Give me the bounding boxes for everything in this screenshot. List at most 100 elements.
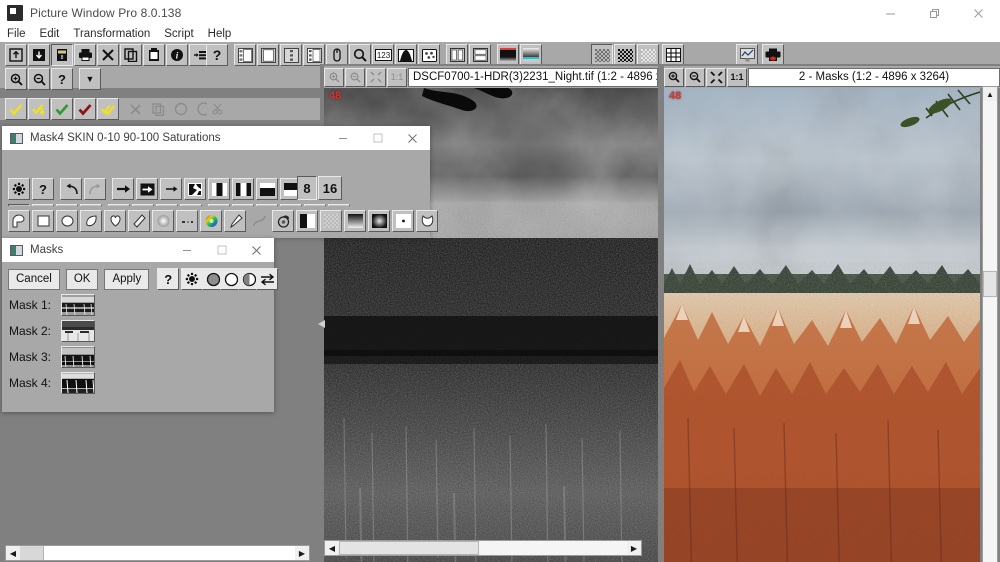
bar-bottom-button[interactable] xyxy=(256,178,278,200)
menu-file[interactable]: File xyxy=(7,26,35,42)
scroll-left-arrow-icon[interactable]: ◀ xyxy=(325,541,339,555)
minimize-icon[interactable] xyxy=(868,0,912,26)
actual-size-button[interactable]: 1:1 xyxy=(727,67,747,87)
blob-tool-button[interactable] xyxy=(416,210,438,232)
transparency-light-button[interactable] xyxy=(591,44,613,66)
bit-depth-8-button[interactable]: 8 xyxy=(297,176,317,200)
dot-tool-button[interactable] xyxy=(392,210,414,232)
close-image-button[interactable] xyxy=(97,44,119,66)
mask-row-1[interactable]: Mask 1: xyxy=(9,294,274,316)
swap-masks-button[interactable] xyxy=(256,268,279,290)
split-vertical-button[interactable] xyxy=(446,44,468,66)
split-white-black-button[interactable] xyxy=(232,178,254,200)
menu-edit[interactable]: Edit xyxy=(40,26,69,42)
settings-gear-button[interactable] xyxy=(8,178,30,200)
zoom-in-button[interactable] xyxy=(324,67,344,87)
mask-row-4-thumbnail[interactable] xyxy=(61,372,95,394)
maximize-icon[interactable] xyxy=(204,238,239,262)
leaf-tool-button[interactable] xyxy=(80,210,102,232)
cancel-button[interactable]: Cancel xyxy=(8,268,60,290)
texture-tool-button[interactable] xyxy=(320,210,342,232)
print-button[interactable] xyxy=(74,44,96,66)
soft-brush-tool-button[interactable] xyxy=(152,210,174,232)
transparency-white-button[interactable] xyxy=(637,44,659,66)
fit-button[interactable] xyxy=(706,67,726,87)
split-black-white-button[interactable] xyxy=(208,178,230,200)
apply-yellow-check-button[interactable] xyxy=(5,98,27,120)
actual-size-button[interactable]: 1:1 xyxy=(387,67,407,87)
color-wheel-tool-button[interactable] xyxy=(200,210,222,232)
save-image-button[interactable] xyxy=(28,44,50,66)
ok-button[interactable]: OK xyxy=(65,268,99,290)
help-tool-button[interactable]: ? xyxy=(51,68,73,90)
transparency-dark-button[interactable] xyxy=(614,44,636,66)
brush-tool-button[interactable] xyxy=(224,210,246,232)
invert-shape-button[interactable] xyxy=(184,178,206,200)
apply-button[interactable]: Apply xyxy=(104,268,150,290)
scroll-left-arrow-icon[interactable]: ◀ xyxy=(6,546,20,560)
arrow-right-button[interactable] xyxy=(112,178,134,200)
zoom-out-button[interactable] xyxy=(345,67,365,87)
scroll-right-arrow-icon[interactable]: ▶ xyxy=(627,541,641,555)
mask-row-3[interactable]: Mask 3: xyxy=(9,346,274,368)
minimize-icon[interactable] xyxy=(325,126,360,150)
settings-gear-button[interactable] xyxy=(180,268,203,290)
file-browser-button[interactable]: 8 xyxy=(51,44,73,66)
fit-button[interactable] xyxy=(366,67,386,87)
thumbnail-list-button[interactable] xyxy=(234,44,256,66)
grid-button[interactable] xyxy=(662,44,684,66)
paste-button[interactable] xyxy=(143,44,165,66)
mask-row-4[interactable]: Mask 4: xyxy=(9,372,274,394)
line-tool-button[interactable] xyxy=(128,210,150,232)
open-image-button[interactable] xyxy=(5,44,27,66)
image-right-canvas[interactable]: 48 xyxy=(664,88,980,562)
apply-double-check-button[interactable] xyxy=(97,98,119,120)
spiral-tool-button[interactable] xyxy=(272,210,294,232)
split-horizontal-button[interactable] xyxy=(469,44,491,66)
apply-yellow-check-down-button[interactable] xyxy=(28,98,50,120)
scroll-up-arrow-icon[interactable]: ▲ xyxy=(983,87,997,101)
image-left-hscroll[interactable]: ◀ ▶ xyxy=(324,540,642,556)
mask-row-2-thumbnail[interactable] xyxy=(61,320,95,342)
maximize-icon[interactable] xyxy=(360,126,395,150)
dashed-line-tool-button[interactable] xyxy=(176,210,198,232)
apply-red-check-button[interactable] xyxy=(74,98,96,120)
gradient-red-button[interactable] xyxy=(497,44,519,66)
zoom-in-button[interactable] xyxy=(5,68,27,90)
detail-list-button[interactable] xyxy=(280,44,302,66)
color-picker-button[interactable] xyxy=(418,44,440,66)
minimize-icon[interactable] xyxy=(169,238,204,262)
info-button[interactable]: i xyxy=(166,44,188,66)
dropdown-button[interactable]: ▼ xyxy=(79,68,101,90)
restore-icon[interactable] xyxy=(912,0,956,26)
magnifier-tool-button[interactable] xyxy=(349,44,371,66)
vignette-tool-button[interactable] xyxy=(368,210,390,232)
copy-button[interactable] xyxy=(120,44,142,66)
heart-tool-button[interactable] xyxy=(104,210,126,232)
zoom-in-button[interactable] xyxy=(664,67,684,87)
mouse-tool-button[interactable] xyxy=(326,44,348,66)
mask-row-3-thumbnail[interactable] xyxy=(61,346,95,368)
half-tone-tool-button[interactable] xyxy=(296,210,318,232)
side-panel-button[interactable] xyxy=(303,44,325,66)
scroll-right-arrow-icon[interactable]: ▶ xyxy=(295,546,309,560)
printer-color-button[interactable] xyxy=(762,44,784,66)
freehand-tool-button[interactable] xyxy=(8,210,30,232)
close-icon[interactable] xyxy=(239,238,274,262)
single-window-button[interactable] xyxy=(257,44,279,66)
zoom-out-button[interactable] xyxy=(685,67,705,87)
curve-monitor-button[interactable] xyxy=(736,44,758,66)
help-button[interactable]: ? xyxy=(157,268,180,290)
rectangle-tool-button[interactable] xyxy=(32,210,54,232)
close-icon[interactable] xyxy=(956,0,1000,26)
bit-depth-16-button[interactable]: 16 xyxy=(318,176,342,200)
gradient-cyan-button[interactable] xyxy=(520,44,542,66)
mask-row-2[interactable]: Mask 2: xyxy=(9,320,274,342)
workspace-hscroll[interactable]: ◀ ▶ xyxy=(5,545,310,561)
arrow-boxed-button[interactable] xyxy=(136,178,158,200)
gradient-tool-button[interactable] xyxy=(344,210,366,232)
numeric-readout-button[interactable]: 123 xyxy=(372,44,394,66)
apply-green-check-button[interactable] xyxy=(51,98,73,120)
close-icon[interactable] xyxy=(395,126,430,150)
menu-script[interactable]: Script xyxy=(164,26,202,42)
